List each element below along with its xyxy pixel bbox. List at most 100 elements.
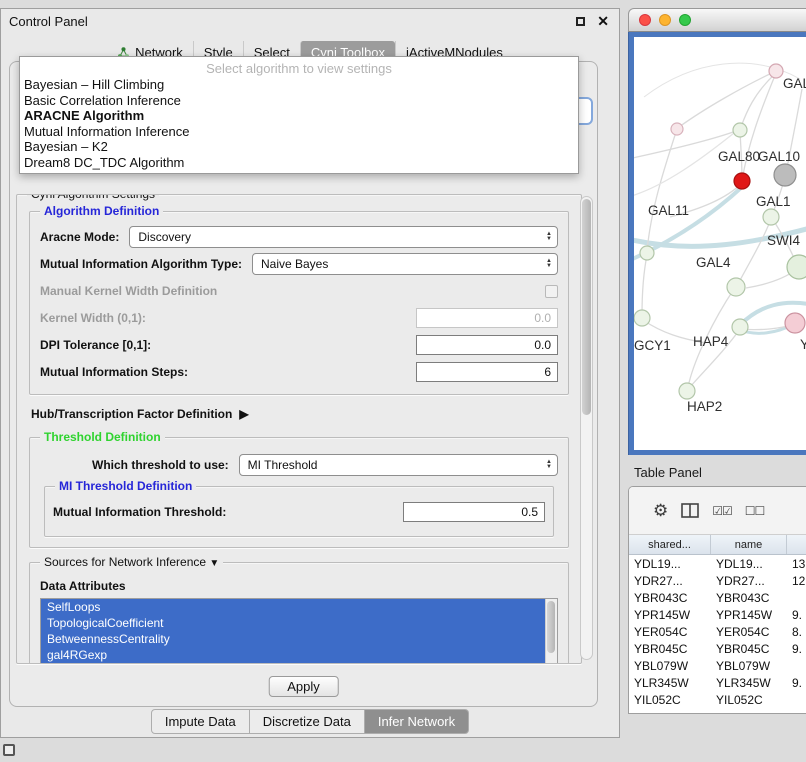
network-node[interactable] xyxy=(785,313,805,333)
network-window-titlebar[interactable] xyxy=(628,8,806,32)
table-row[interactable]: YBL079WYBL079W xyxy=(629,657,806,674)
table-cell: 12 xyxy=(787,574,806,588)
algorithm-option-basic-correlation-inference[interactable]: Basic Correlation Inference xyxy=(20,93,578,109)
network-node[interactable] xyxy=(787,255,806,279)
network-edge[interactable] xyxy=(738,219,771,284)
which-threshold-select[interactable]: MI Threshold ▲▼ xyxy=(239,454,558,476)
network-canvas[interactable]: GAL7GAL80GAL10GAL11GAL1SWI4GAL4GCY1HAP4H… xyxy=(634,37,806,450)
settings-scrollbar[interactable] xyxy=(580,196,593,660)
attribute-item-topologicalcoefficient[interactable]: TopologicalCoefficient xyxy=(41,615,545,631)
network-edge[interactable] xyxy=(634,133,734,197)
settings-scrollbar-thumb[interactable] xyxy=(582,199,591,415)
network-node[interactable] xyxy=(774,164,796,186)
column-header-extra[interactable] xyxy=(787,535,806,554)
gear-icon[interactable]: ⚙ xyxy=(653,501,668,521)
table-row[interactable]: YDL19...YDL19...13 xyxy=(629,555,806,572)
columns-icon[interactable] xyxy=(681,503,699,518)
aracne-mode-label: Aracne Mode: xyxy=(40,230,119,244)
table-row[interactable]: YLR345WYLR345W9. xyxy=(629,674,806,691)
bottom-tab-impute-data[interactable]: Impute Data xyxy=(151,709,250,734)
mi-type-value: Naive Bayes xyxy=(261,257,328,271)
sources-group: Sources for Network Inference ▼ Data Att… xyxy=(29,562,569,664)
table-row[interactable]: YIL052CYIL052C xyxy=(629,691,806,708)
attribute-item-selfloops[interactable]: SelfLoops xyxy=(41,599,545,615)
mi-threshold-field[interactable]: 0.5 xyxy=(403,502,545,522)
combo-arrows-icon: ▲▼ xyxy=(540,259,552,269)
select-all-rows-icon[interactable]: ☑☑ xyxy=(712,504,732,518)
kernel-width-field[interactable]: 0.0 xyxy=(416,308,558,328)
manual-kernel-label: Manual Kernel Width Definition xyxy=(40,284,217,298)
bottom-tab-infer-network[interactable]: Infer Network xyxy=(365,709,469,734)
column-header-name[interactable]: name xyxy=(711,535,787,554)
table-row[interactable]: YER054CYER054C8. xyxy=(629,623,806,640)
network-edge[interactable] xyxy=(679,71,776,127)
table-row[interactable]: YPR145WYPR145W9. xyxy=(629,606,806,623)
panel-dock-icon[interactable] xyxy=(3,744,15,756)
algorithm-option-bayesian-k2[interactable]: Bayesian – K2 xyxy=(20,139,578,155)
mi-type-label: Mutual Information Algorithm Type: xyxy=(40,257,242,271)
network-node[interactable] xyxy=(679,383,695,399)
node-label-gal4: GAL4 xyxy=(696,255,731,270)
node-label-hap4: HAP4 xyxy=(693,334,729,349)
table-cell: YDL19... xyxy=(629,557,711,571)
kernel-width-label: Kernel Width (0,1): xyxy=(40,311,146,325)
data-attributes-label: Data Attributes xyxy=(40,579,560,593)
network-node[interactable] xyxy=(732,319,748,335)
table-panel-window: ⚙ ☑☑ ☐☐ shared...name YDL19...YDL19...13… xyxy=(628,486,806,714)
table-cell: 9. xyxy=(787,642,806,656)
mi-type-select[interactable]: Naive Bayes ▲▼ xyxy=(252,253,558,275)
sources-group-title[interactable]: Sources for Network Inference ▼ xyxy=(40,555,223,571)
mi-steps-label: Mutual Information Steps: xyxy=(40,365,188,379)
aracne-mode-select[interactable]: Discovery ▲▼ xyxy=(129,226,558,248)
network-edge[interactable] xyxy=(642,255,647,315)
algorithm-definition-title: Algorithm Definition xyxy=(40,204,163,219)
dpi-tolerance-label: DPI Tolerance [0,1]: xyxy=(40,338,151,352)
close-traffic-light-icon[interactable] xyxy=(639,14,651,26)
attributes-list-scrollbar[interactable] xyxy=(545,599,557,664)
manual-kernel-checkbox[interactable] xyxy=(545,285,558,298)
table-cell: YIL052C xyxy=(711,693,787,707)
hub-tf-definition-toggle[interactable]: Hub/Transcription Factor Definition ▶ xyxy=(31,407,569,421)
minimize-traffic-light-icon[interactable] xyxy=(659,14,671,26)
bottom-tab-discretize-data[interactable]: Discretize Data xyxy=(250,709,365,734)
algorithm-option-bayesian-hill-climbing[interactable]: Bayesian – Hill Climbing xyxy=(20,77,578,93)
algorithm-option-aracne-algorithm[interactable]: ARACNE Algorithm xyxy=(20,108,578,124)
dpi-tolerance-field[interactable]: 0.0 xyxy=(416,335,558,355)
network-node[interactable] xyxy=(671,123,683,135)
deselect-all-rows-icon[interactable]: ☐☐ xyxy=(745,504,765,518)
close-panel-icon[interactable]: ✕ xyxy=(597,14,609,28)
float-panel-icon[interactable] xyxy=(576,17,585,26)
table-cell: YBR045C xyxy=(629,642,711,656)
hub-tf-definition-label: Hub/Transcription Factor Definition xyxy=(31,407,232,421)
column-header-shared[interactable]: shared... xyxy=(629,535,711,554)
table-cell: YDL19... xyxy=(711,557,787,571)
table-row[interactable]: YBR045CYBR045C9. xyxy=(629,640,806,657)
network-node[interactable] xyxy=(727,278,745,296)
table-row[interactable]: YDR27...YDR27...12 xyxy=(629,572,806,589)
network-node[interactable] xyxy=(763,209,779,225)
data-attributes-list[interactable]: SelfLoopsTopologicalCoefficientBetweenne… xyxy=(40,598,558,664)
attribute-item-betweennesscentrality[interactable]: BetweennessCentrality xyxy=(41,631,545,647)
zoom-traffic-light-icon[interactable] xyxy=(679,14,691,26)
network-node[interactable] xyxy=(640,246,654,260)
apply-button[interactable]: Apply xyxy=(268,676,339,697)
algorithm-option-dream8-dc-tdc-algorithm[interactable]: Dream8 DC_TDC Algorithm xyxy=(20,155,578,171)
table-cell: YIL052C xyxy=(629,693,711,707)
threshold-definition-title: Threshold Definition xyxy=(40,430,165,445)
table-cell: YPR145W xyxy=(711,608,787,622)
network-edge[interactable] xyxy=(647,129,677,251)
network-node[interactable] xyxy=(634,310,650,326)
which-threshold-value: MI Threshold xyxy=(248,458,318,472)
algorithm-option-mutual-information-inference[interactable]: Mutual Information Inference xyxy=(20,124,578,140)
network-node[interactable] xyxy=(733,123,747,137)
settings-group-title: Cyni Algorithm Settings xyxy=(27,194,159,202)
table-row[interactable]: YBR043CYBR043C xyxy=(629,589,806,606)
mi-steps-field[interactable]: 6 xyxy=(416,362,558,382)
network-edge[interactable] xyxy=(742,73,776,181)
table-body: YDL19...YDL19...13YDR27...YDR27...12YBR0… xyxy=(629,555,806,708)
table-cell: 9. xyxy=(787,608,806,622)
network-node[interactable] xyxy=(734,173,750,189)
sources-title-text: Sources for Network Inference xyxy=(44,555,206,569)
network-node[interactable] xyxy=(769,64,783,78)
attribute-item-gal4rgexp[interactable]: gal4RGexp xyxy=(41,647,545,663)
